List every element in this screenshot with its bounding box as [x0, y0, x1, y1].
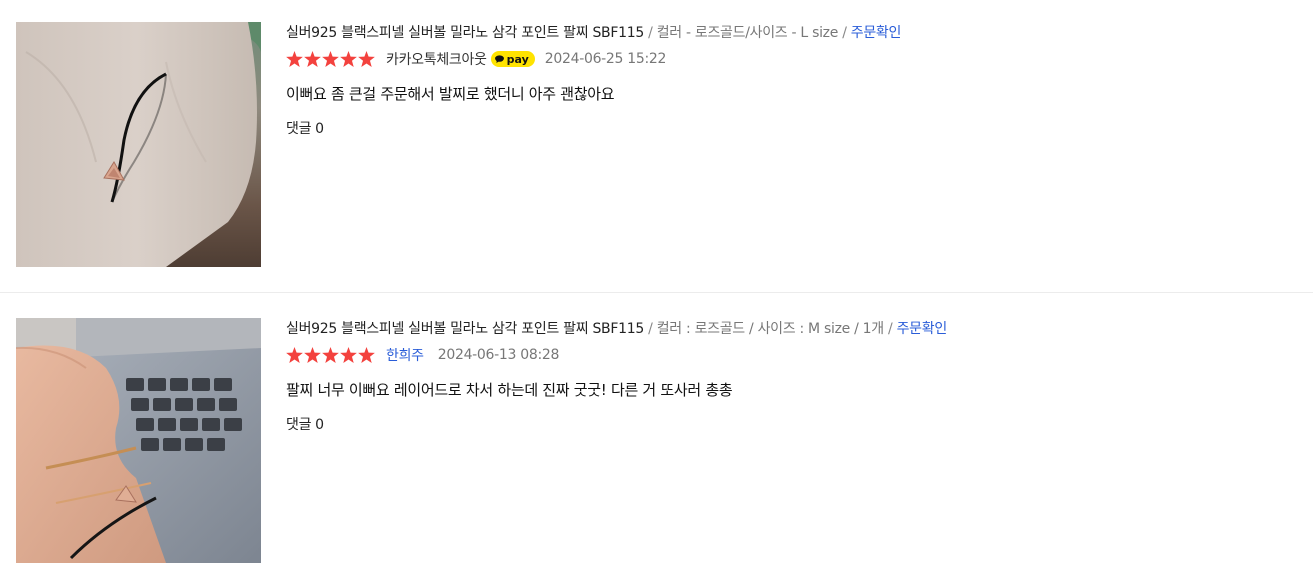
product-name[interactable]: 실버925 블랙스피넬 실버볼 밀라노 삼각 포인트 팔찌 SBF115 [286, 25, 644, 41]
review-text: 이뻐요 좀 큰걸 주문해서 발찌로 했더니 아주 괜찮아요 [286, 85, 615, 103]
review-author-link[interactable]: 한희주 [386, 345, 424, 365]
review-meta: 카카오톡체크아웃 pay 2024-06-25 15:22 [286, 48, 1297, 70]
review-text: 팔찌 너무 이뻐요 레이어드로 차서 하는데 진짜 굿굿! 다른 거 또사러 총… [286, 381, 733, 399]
star-icon [358, 347, 375, 363]
star-icon [340, 347, 357, 363]
star-rating [286, 51, 375, 67]
star-icon [304, 51, 321, 67]
star-icon [304, 347, 321, 363]
product-option-line: 실버925 블랙스피넬 실버볼 밀라노 삼각 포인트 팔찌 SBF115 / 컬… [286, 22, 1297, 44]
star-rating [286, 347, 375, 363]
review-content: 실버925 블랙스피넬 실버볼 밀라노 삼각 포인트 팔찌 SBF115 / 컬… [286, 318, 1297, 435]
separator: / [888, 321, 893, 337]
comment-count-link[interactable]: 댓글 0 [286, 119, 1297, 139]
star-icon [286, 51, 303, 67]
review-photo[interactable] [16, 22, 261, 267]
star-icon [340, 51, 357, 67]
comment-label: 댓글 [286, 121, 312, 137]
review-date: 2024-06-13 08:28 [437, 347, 560, 363]
bracelet-on-wrist-photo [16, 22, 261, 267]
product-option: 컬러 : 로즈골드 / 사이즈 : M size / 1개 [656, 321, 884, 337]
separator: / [842, 25, 847, 41]
review-divider [0, 292, 1313, 293]
star-icon [358, 51, 375, 67]
product-option: 컬러 - 로즈골드/사이즈 - L size [656, 25, 839, 41]
pay-badge-label: pay [506, 52, 529, 66]
review-author: 카카오톡체크아웃 [386, 52, 487, 68]
kakao-pay-badge: pay [490, 51, 535, 67]
order-status-link[interactable]: 주문확인 [897, 321, 948, 337]
review-content: 실버925 블랙스피넬 실버볼 밀라노 삼각 포인트 팔찌 SBF115 / 컬… [286, 22, 1297, 139]
star-icon [286, 347, 303, 363]
order-status-link[interactable]: 주문확인 [851, 25, 902, 41]
star-icon [322, 51, 339, 67]
review-item: 실버925 블랙스피넬 실버볼 밀라노 삼각 포인트 팔찌 SBF115 / 컬… [0, 294, 1313, 588]
comment-count: 0 [315, 121, 324, 137]
star-icon [322, 347, 339, 363]
separator: / [648, 25, 653, 41]
kakao-speech-bubble-icon [494, 55, 504, 63]
product-name[interactable]: 실버925 블랙스피넬 실버볼 밀라노 삼각 포인트 팔찌 SBF115 [286, 321, 644, 337]
product-option-line: 실버925 블랙스피넬 실버볼 밀라노 삼각 포인트 팔찌 SBF115 / 컬… [286, 318, 1297, 340]
separator: / [648, 321, 653, 337]
comment-count: 0 [315, 417, 324, 433]
review-date: 2024-06-25 15:22 [544, 51, 667, 67]
review-item: 실버925 블랙스피넬 실버볼 밀라노 삼각 포인트 팔찌 SBF115 / 컬… [0, 0, 1313, 294]
bracelets-on-wrist-over-laptop-photo [16, 318, 261, 563]
comment-count-link[interactable]: 댓글 0 [286, 415, 1297, 435]
review-meta: 한희주 2024-06-13 08:28 [286, 344, 1297, 366]
review-photo[interactable] [16, 318, 261, 563]
comment-label: 댓글 [286, 417, 312, 433]
